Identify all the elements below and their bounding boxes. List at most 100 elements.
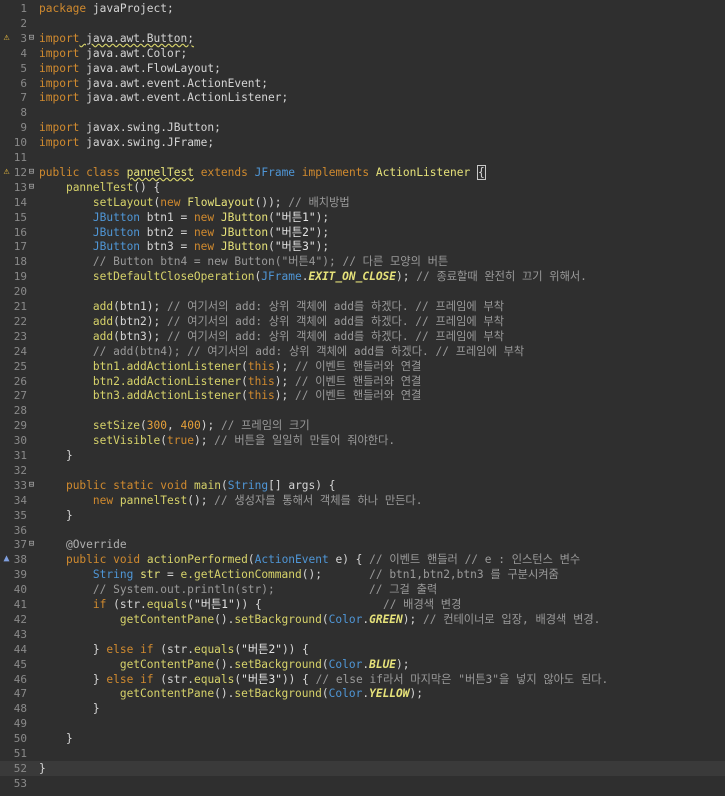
code-text[interactable]: public class pannelTest extends JFrame i… (39, 164, 486, 180)
override-arrow-icon[interactable]: ▲ (1, 553, 12, 565)
warning-icon[interactable]: ⚠ (1, 166, 12, 178)
code-text[interactable]: new pannelTest(); // 생성자를 통해서 객체를 하나 만든다… (39, 493, 423, 508)
code-text[interactable]: } (39, 761, 46, 776)
code-line[interactable]: 21 add(btn1); // 여기서의 add: 상위 객체에 add를 하… (0, 299, 725, 314)
code-text[interactable]: btn3.addActionListener(this); // 이벤트 핸들러… (39, 388, 421, 403)
code-text[interactable]: import java.awt.event.ActionEvent; (39, 76, 268, 91)
code-text[interactable]: JButton btn2 = new JButton("버튼2"); (39, 225, 329, 240)
code-line[interactable]: 25 btn1.addActionListener(this); // 이벤트 … (0, 359, 725, 374)
code-line[interactable]: 19 setDefaultCloseOperation(JFrame.EXIT_… (0, 269, 725, 284)
code-line[interactable]: 13 ⊟ pannelTest() { (0, 180, 725, 195)
code-line[interactable]: 46 } else if (str.equals("버튼3")) { // el… (0, 672, 725, 687)
fold-collapse-icon[interactable]: ⊟ (27, 167, 36, 177)
code-text[interactable]: if (str.equals("버튼1")) { // 배경색 변경 (39, 597, 461, 612)
code-text[interactable]: add(btn2); // 여기서의 add: 상위 객체에 add를 하겠다.… (39, 314, 504, 329)
fold-collapse-icon[interactable]: ⊟ (27, 540, 36, 549)
code-line[interactable]: 52} (0, 760, 725, 776)
code-line[interactable]: 22 add(btn2); // 여기서의 add: 상위 객체에 add를 하… (0, 314, 725, 329)
code-text[interactable]: import java.awt.Button; (39, 31, 194, 46)
code-line[interactable]: 47 getContentPane().setBackground(Color.… (0, 686, 725, 701)
code-text[interactable]: } (39, 508, 73, 523)
code-text[interactable]: add(btn1); // 여기서의 add: 상위 객체에 add를 하겠다.… (39, 299, 504, 314)
code-line[interactable]: 2 (0, 16, 725, 31)
code-line[interactable]: 42 getContentPane().setBackground(Color.… (0, 612, 725, 627)
code-text[interactable]: // Button btn4 = new Button("버튼4"); // 다… (39, 254, 448, 269)
code-line[interactable]: 51 (0, 746, 725, 761)
fold-collapse-icon[interactable]: ⊟ (27, 480, 36, 490)
code-line[interactable]: 4 import java.awt.Color; (0, 46, 725, 61)
code-line[interactable]: 34 new pannelTest(); // 생성자를 통해서 객체를 하나 … (0, 493, 725, 508)
fold-collapse-icon[interactable]: ⊟ (27, 182, 36, 192)
code-text[interactable]: String str = e.getActionCommand(); // bt… (39, 567, 559, 582)
code-text[interactable]: import javax.swing.JFrame; (39, 135, 214, 150)
code-line[interactable]: 24 // add(btn4); // 여기서의 add: 상위 객체에 add… (0, 344, 725, 359)
code-line[interactable]: 14 setLayout(new FlowLayout()); // 배치방법 (0, 195, 725, 210)
fold-collapse-icon[interactable]: ⊟ (27, 33, 36, 43)
code-text[interactable]: } (39, 701, 100, 716)
code-line[interactable]: 36 (0, 523, 725, 538)
code-text[interactable]: JButton btn3 = new JButton("버튼3"); (39, 239, 329, 254)
code-text[interactable]: btn2.addActionListener(this); // 이벤트 핸들러… (39, 374, 421, 389)
code-line[interactable]: 29 setSize(300, 400); // 프레임의 크기 (0, 418, 725, 433)
code-line[interactable]: 40 // System.out.println(str); // 그걸 출력 (0, 582, 725, 597)
code-line[interactable]: 49 (0, 716, 725, 731)
code-text[interactable]: getContentPane().setBackground(Color.YEL… (39, 686, 423, 701)
code-line[interactable]: 7 import java.awt.event.ActionListener; (0, 90, 725, 105)
code-line[interactable]: 31 } (0, 448, 725, 463)
code-line[interactable]: 50 } (0, 731, 725, 746)
code-text[interactable]: getContentPane().setBackground(Color.GRE… (39, 612, 601, 627)
code-line[interactable]: 23 add(btn3); // 여기서의 add: 상위 객체에 add를 하… (0, 329, 725, 344)
code-text[interactable]: setLayout(new FlowLayout()); // 배치방법 (39, 195, 350, 210)
code-line[interactable]: 27 btn3.addActionListener(this); // 이벤트 … (0, 388, 725, 403)
code-line[interactable]: 8 (0, 105, 725, 120)
code-line[interactable]: 43 (0, 627, 725, 642)
code-text[interactable]: } (39, 448, 73, 463)
code-text[interactable]: // System.out.println(str); // 그걸 출력 (39, 582, 437, 597)
code-editor[interactable]: 1 package javaProject; 2 3 ⚠ ⊟ import java.awt… (0, 0, 725, 796)
code-text[interactable]: package javaProject; (39, 1, 174, 16)
code-line[interactable]: 3 ⚠ ⊟ import java.awt.Button; (0, 31, 725, 46)
code-text[interactable]: @Override (39, 537, 127, 552)
code-line[interactable]: 15 JButton btn1 = new JButton("버튼1"); (0, 210, 725, 225)
code-line[interactable]: 6 import java.awt.event.ActionEvent; (0, 76, 725, 91)
code-line[interactable]: 53 (0, 776, 725, 791)
code-line[interactable]: 17 JButton btn3 = new JButton("버튼3"); (0, 239, 725, 254)
warning-icon[interactable]: ⚠ (1, 32, 12, 44)
code-text[interactable]: // add(btn4); // 여기서의 add: 상위 객체에 add를 하… (39, 344, 524, 359)
code-text[interactable]: import java.awt.Color; (39, 46, 187, 61)
code-text[interactable]: } (39, 731, 73, 746)
code-text[interactable]: setDefaultCloseOperation(JFrame.EXIT_ON_… (39, 269, 587, 284)
code-line[interactable]: 28 (0, 403, 725, 418)
code-text[interactable]: public void actionPerformed(ActionEvent … (39, 552, 580, 567)
code-line[interactable]: 48 } (0, 701, 725, 716)
code-line[interactable]: 37 ⊟ @Override (0, 537, 725, 552)
code-line[interactable]: 44 } else if (str.equals("버튼2")) { (0, 642, 725, 657)
code-text[interactable]: import java.awt.FlowLayout; (39, 61, 221, 76)
code-line[interactable]: 12 ⚠ ⊟ public class pannelTest extends JFra… (0, 164, 725, 180)
code-text[interactable]: setVisible(true); // 버튼을 일일히 만들어 줘야한다. (39, 433, 395, 448)
code-line[interactable]: 39 String str = e.getActionCommand(); //… (0, 567, 725, 582)
code-text[interactable]: } else if (str.equals("버튼2")) { (39, 642, 309, 657)
code-text[interactable]: pannelTest() { (39, 180, 160, 195)
code-line[interactable]: 35 } (0, 508, 725, 523)
code-line[interactable]: 20 (0, 284, 725, 299)
code-line[interactable]: 45 getContentPane().setBackground(Color.… (0, 657, 725, 672)
code-text[interactable]: import javax.swing.JButton; (39, 120, 221, 135)
code-line[interactable]: 30 setVisible(true); // 버튼을 일일히 만들어 줘야한다… (0, 433, 725, 448)
code-text[interactable]: JButton btn1 = new JButton("버튼1"); (39, 210, 329, 225)
code-text[interactable]: } else if (str.equals("버튼3")) { // else … (39, 672, 608, 687)
code-text[interactable]: btn1.addActionListener(this); // 이벤트 핸들러… (39, 359, 421, 374)
code-text[interactable]: public static void main(String[] args) { (39, 478, 336, 493)
code-line[interactable]: 11 (0, 150, 725, 165)
code-line[interactable]: 33 ⊟ public static void main(String[] arg… (0, 478, 725, 493)
code-text[interactable]: add(btn3); // 여기서의 add: 상위 객체에 add를 하겠다.… (39, 329, 504, 344)
code-text[interactable]: import java.awt.event.ActionListener; (39, 90, 288, 105)
code-line[interactable]: 16 JButton btn2 = new JButton("버튼2"); (0, 225, 725, 240)
code-text[interactable]: setSize(300, 400); // 프레임의 크기 (39, 418, 310, 433)
code-line[interactable]: 26 btn2.addActionListener(this); // 이벤트 … (0, 374, 725, 389)
code-line[interactable]: 10 import javax.swing.JFrame; (0, 135, 725, 150)
code-text[interactable]: getContentPane().setBackground(Color.BLU… (39, 657, 410, 672)
code-line[interactable]: 38 ▲ public void actionPerformed(ActionEv… (0, 552, 725, 567)
code-line[interactable]: 18 // Button btn4 = new Button("버튼4"); /… (0, 254, 725, 269)
code-line[interactable]: 5 import java.awt.FlowLayout; (0, 61, 725, 76)
